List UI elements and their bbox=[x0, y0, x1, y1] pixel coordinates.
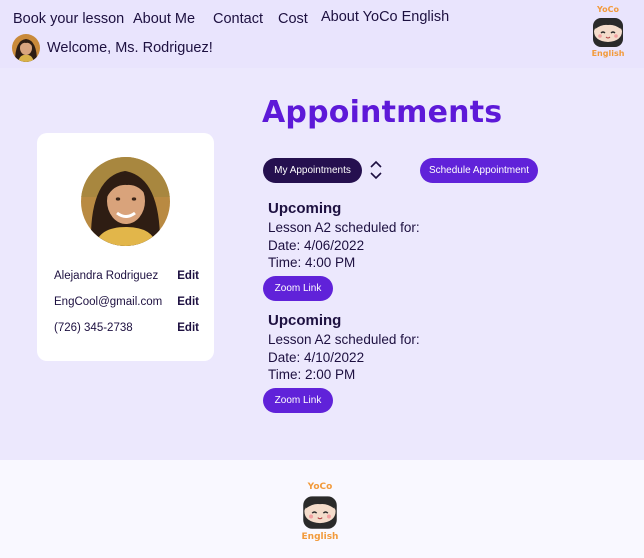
yoco-face-icon bbox=[593, 18, 623, 47]
footer-logo-text-bottom: English bbox=[301, 532, 339, 542]
sort-updown-icon[interactable] bbox=[368, 158, 384, 182]
profile-phone: (726) 345-2738 bbox=[54, 322, 133, 334]
nav-book-lesson[interactable]: Book your lesson bbox=[13, 11, 124, 27]
appointment-card: Upcoming Lesson A2 scheduled for: Date: … bbox=[268, 311, 420, 384]
logo[interactable]: YoCo English bbox=[589, 5, 627, 59]
profile-card: Alejandra Rodriguez Edit EngCool@gmail.c… bbox=[37, 133, 214, 361]
zoom-link-button[interactable]: Zoom Link bbox=[263, 388, 333, 413]
profile-phone-row: (726) 345-2738 Edit bbox=[54, 322, 199, 338]
profile-email: EngCool@gmail.com bbox=[54, 296, 163, 308]
header: Book your lesson About Me Contact Cost A… bbox=[0, 0, 644, 68]
footer-logo-text-top: YoCo bbox=[307, 482, 333, 492]
appointment-card: Upcoming Lesson A2 scheduled for: Date: … bbox=[268, 199, 420, 272]
my-appointments-button[interactable]: My Appointments bbox=[263, 158, 362, 183]
user-avatar[interactable] bbox=[12, 34, 40, 62]
appointment-status: Upcoming bbox=[268, 312, 342, 329]
footer: YoCo English bbox=[0, 460, 644, 558]
nav-contact[interactable]: Contact bbox=[213, 11, 263, 27]
welcome-text: Welcome, Ms. Rodriguez! bbox=[47, 40, 213, 56]
appointment-lesson: Lesson A2 scheduled for: bbox=[268, 332, 420, 347]
profile-name: Alejandra Rodriguez bbox=[54, 270, 159, 282]
appointment-time: Time: 2:00 PM bbox=[268, 367, 356, 382]
zoom-link-button[interactable]: Zoom Link bbox=[263, 276, 333, 301]
yoco-face-icon bbox=[303, 496, 337, 529]
appointment-status: Upcoming bbox=[268, 200, 342, 217]
appointment-time: Time: 4:00 PM bbox=[268, 255, 356, 270]
nav-about-yoco[interactable]: About YoCo English bbox=[321, 9, 449, 25]
edit-name-button[interactable]: Edit bbox=[177, 270, 199, 282]
profile-email-row: EngCool@gmail.com Edit bbox=[54, 296, 199, 312]
profile-name-row: Alejandra Rodriguez Edit bbox=[54, 270, 199, 286]
appointment-date: Date: 4/10/2022 bbox=[268, 349, 365, 365]
appointment-lesson: Lesson A2 scheduled for: bbox=[268, 220, 420, 235]
edit-email-button[interactable]: Edit bbox=[177, 296, 199, 308]
nav-cost[interactable]: Cost bbox=[278, 11, 308, 27]
nav-about-me[interactable]: About Me bbox=[133, 11, 195, 27]
schedule-appointment-button[interactable]: Schedule Appointment bbox=[420, 158, 538, 183]
edit-phone-button[interactable]: Edit bbox=[177, 322, 199, 334]
appointment-date: Date: 4/06/2022 bbox=[268, 237, 365, 253]
profile-photo bbox=[81, 157, 170, 246]
logo-text-top: YoCo bbox=[597, 5, 619, 14]
page-title: Appointments bbox=[262, 95, 503, 130]
welcome-area: Welcome, Ms. Rodriguez! bbox=[12, 34, 213, 62]
footer-logo[interactable]: YoCo English bbox=[297, 482, 343, 542]
logo-text-bottom: English bbox=[591, 49, 625, 58]
